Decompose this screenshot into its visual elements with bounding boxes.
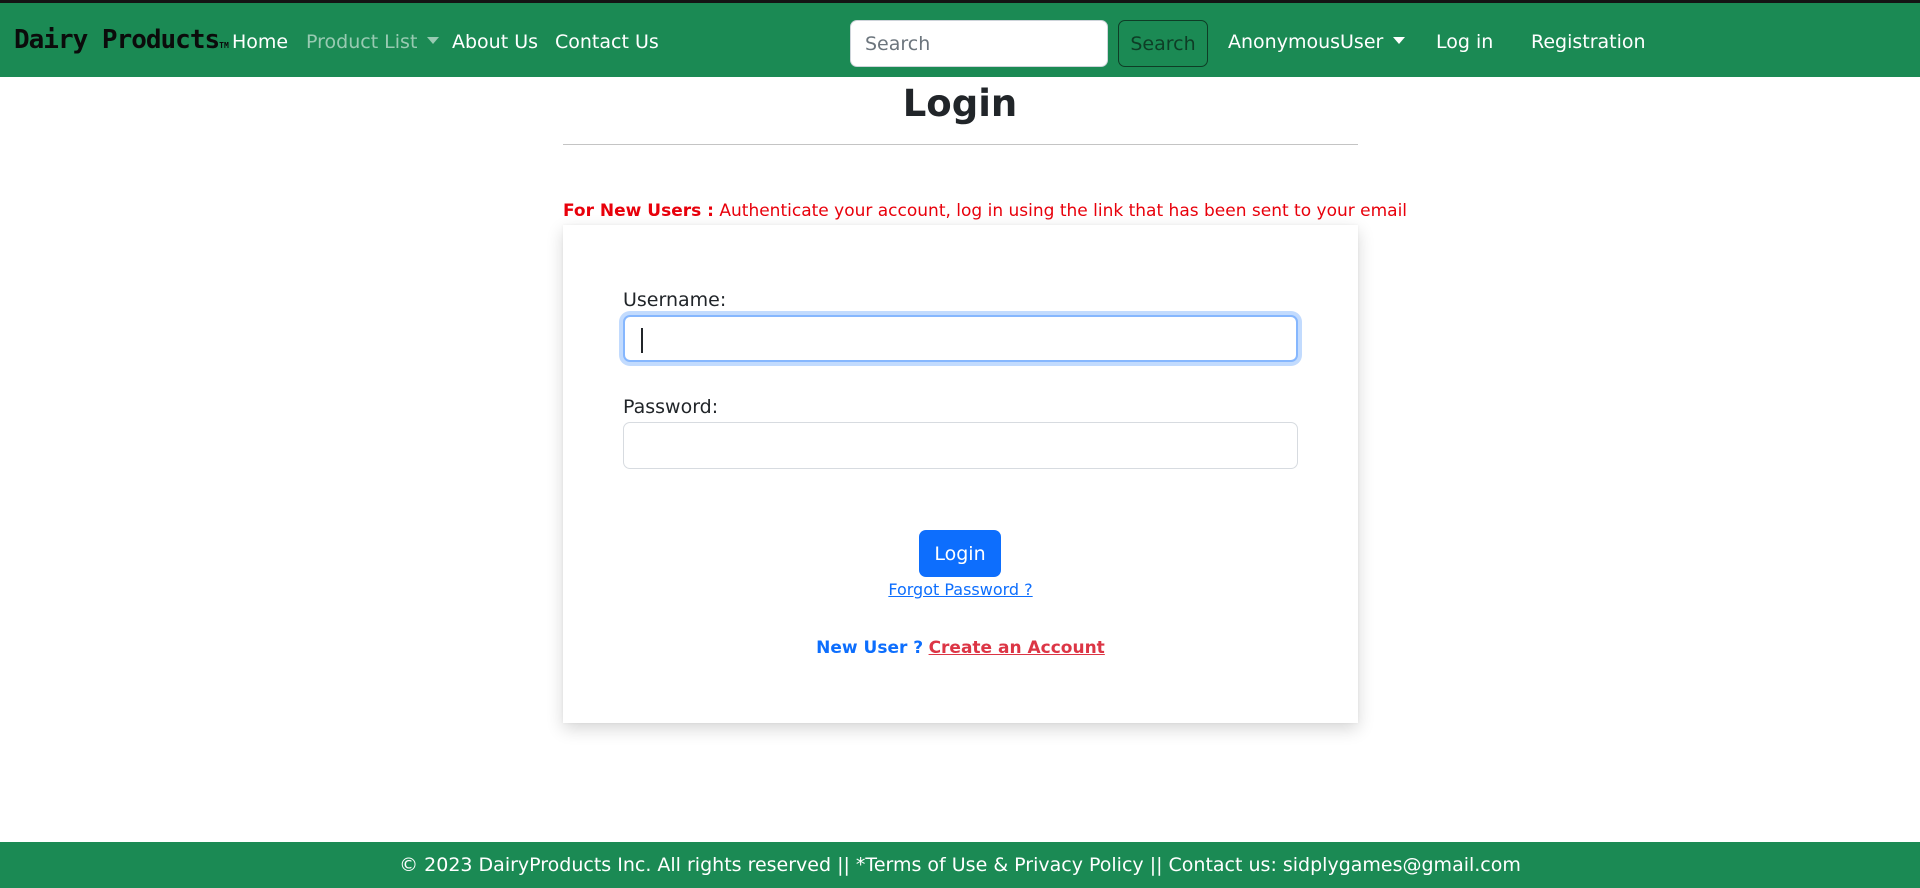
nav-product-list-label: Product List bbox=[306, 31, 418, 53]
user-menu-dropdown[interactable]: AnonymousUser bbox=[1228, 31, 1406, 53]
user-menu-label: AnonymousUser bbox=[1228, 31, 1384, 53]
login-card: Username: Password: Login Forgot Passwor… bbox=[563, 225, 1358, 723]
nav-login-link[interactable]: Log in bbox=[1436, 31, 1493, 53]
search-input[interactable] bbox=[850, 20, 1108, 67]
nav-registration-link[interactable]: Registration bbox=[1531, 31, 1646, 53]
text-cursor bbox=[641, 328, 643, 353]
nav-home-link[interactable]: Home bbox=[232, 31, 288, 53]
title-divider bbox=[563, 144, 1358, 145]
nav-contact-link[interactable]: Contact Us bbox=[555, 31, 659, 53]
new-user-line: New User ? Create an Account bbox=[563, 638, 1358, 658]
notice-label: For New Users : bbox=[563, 201, 714, 221]
create-account-link[interactable]: Create an Account bbox=[929, 638, 1105, 658]
brand-logo[interactable]: Dairy ProductsTM bbox=[14, 25, 229, 55]
brand-trademark: TM bbox=[219, 41, 229, 50]
new-user-label: New User ? bbox=[816, 638, 924, 658]
top-navbar: Dairy ProductsTM Home Product List About… bbox=[0, 0, 1920, 77]
chevron-down-icon bbox=[427, 37, 440, 44]
chevron-down-icon bbox=[1393, 37, 1406, 44]
forgot-password-link[interactable]: Forgot Password ? bbox=[563, 580, 1358, 599]
nav-product-list-dropdown[interactable]: Product List bbox=[306, 31, 440, 53]
new-user-notice: For New Users : Authenticate your accoun… bbox=[563, 201, 1407, 221]
password-field[interactable] bbox=[623, 422, 1298, 469]
page-title: Login bbox=[902, 82, 1018, 125]
footer-text: © 2023 DairyProducts Inc. All rights res… bbox=[399, 854, 1521, 876]
login-button[interactable]: Login bbox=[919, 530, 1001, 577]
brand-name: Dairy Products bbox=[14, 25, 220, 55]
password-label: Password: bbox=[623, 396, 719, 418]
nav-about-link[interactable]: About Us bbox=[452, 31, 538, 53]
username-field[interactable] bbox=[623, 315, 1298, 362]
username-label: Username: bbox=[623, 289, 727, 311]
footer: © 2023 DairyProducts Inc. All rights res… bbox=[0, 842, 1920, 888]
search-button[interactable]: Search bbox=[1118, 20, 1208, 67]
notice-text: Authenticate your account, log in using … bbox=[719, 201, 1408, 221]
